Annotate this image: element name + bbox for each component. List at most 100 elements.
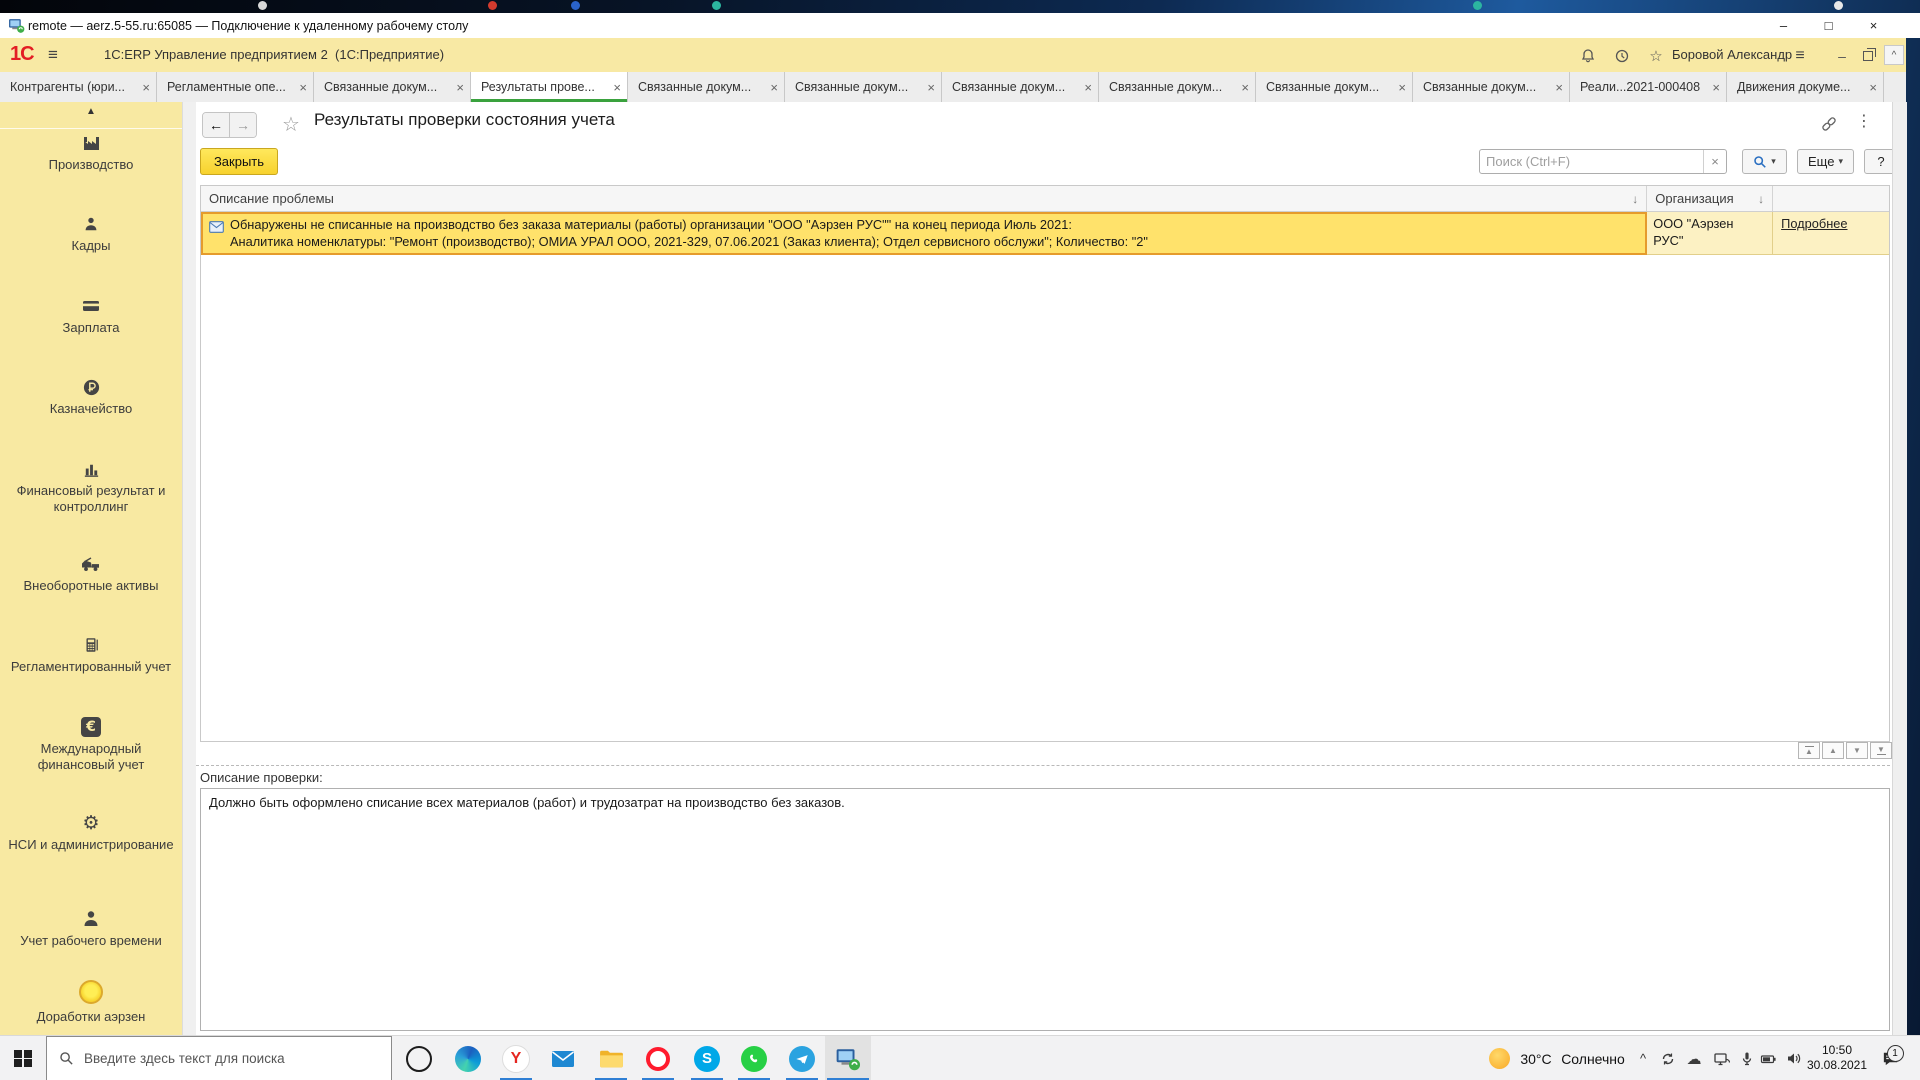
sidebar-item-mezhdunarodny-uchet[interactable]: € Международный финансовый учет <box>0 716 182 773</box>
taskbar-app-telegram[interactable] <box>779 1036 825 1080</box>
scroll-down-button[interactable]: ▼ <box>1846 742 1868 759</box>
tab-close-icon[interactable]: × <box>1084 80 1092 95</box>
favorites-star-icon[interactable]: ☆ <box>1646 46 1666 66</box>
start-button[interactable] <box>0 1036 46 1080</box>
organization-cell[interactable]: ООО "Аэрзен РУС" <box>1647 212 1773 255</box>
tab-close-icon[interactable]: × <box>1398 80 1406 95</box>
tab-svyazannye-dokumenty-5[interactable]: Связанные докум...× <box>1099 72 1256 102</box>
taskbar-app-skype[interactable]: S <box>684 1036 730 1080</box>
tab-close-icon[interactable]: × <box>299 80 307 95</box>
taskbar-app-mail[interactable] <box>540 1036 586 1080</box>
back-button[interactable]: ← <box>203 113 229 137</box>
column-header-details[interactable] <box>1773 186 1889 211</box>
sidebar-item-kadry[interactable]: Кадры <box>0 213 182 254</box>
taskbar-app-opera[interactable] <box>635 1036 681 1080</box>
battery-icon[interactable] <box>1756 1036 1782 1080</box>
scroll-up-button[interactable]: ▲ <box>1822 742 1844 759</box>
sections-sidebar: ▲ Производство Кадры Зарплата Казначейст… <box>0 102 182 1035</box>
tab-close-icon[interactable]: × <box>456 80 464 95</box>
tab-close-icon[interactable]: × <box>142 80 150 95</box>
sidebar-item-kaznacheystvo[interactable]: Казначейство <box>0 376 182 417</box>
taskbar-app-cortana[interactable] <box>396 1036 442 1080</box>
column-header-organization[interactable]: Организация ↓ <box>1647 186 1773 211</box>
taskbar-app-whatsapp[interactable] <box>731 1036 777 1080</box>
current-user[interactable]: Боровой Александр <box>1672 38 1792 72</box>
scroll-to-bottom-button[interactable]: ▼ <box>1870 742 1892 759</box>
sidebar-scrollbar[interactable] <box>182 102 197 1035</box>
scroll-to-top-button[interactable]: ▲ <box>1798 742 1820 759</box>
rdp-minimize-button[interactable]: – <box>1761 13 1806 38</box>
table-row[interactable]: Обнаружены не списанные на производство … <box>201 212 1889 255</box>
tab-rezultaty-proverki[interactable]: Результаты прове...× <box>471 72 628 102</box>
tab-close-icon[interactable]: × <box>1241 80 1249 95</box>
tab-close-icon[interactable]: × <box>770 80 778 95</box>
tab-realizatsiya[interactable]: Реали...2021-000408× <box>1570 72 1727 102</box>
close-form-button[interactable]: Закрыть <box>200 148 278 175</box>
main-menu-icon[interactable]: ≡ <box>48 38 58 72</box>
sidebar-item-vneoborotnye-aktivy[interactable]: Внеоборотные активы <box>0 553 182 594</box>
telegram-icon <box>789 1046 815 1072</box>
notification-center[interactable]: 1 <box>1872 1036 1908 1080</box>
favorite-star-icon[interactable]: ☆ <box>282 112 300 137</box>
tab-kontragenty[interactable]: Контрагенты (юри...× <box>0 72 157 102</box>
search-field: × <box>1479 149 1727 174</box>
search-clear-icon[interactable]: × <box>1703 150 1726 173</box>
notifications-bell-icon[interactable] <box>1578 46 1598 66</box>
details-link[interactable]: Подробнее <box>1781 216 1847 231</box>
tab-close-icon[interactable]: × <box>927 80 935 95</box>
tab-svyazannye-dokumenty-6[interactable]: Связанные докум...× <box>1256 72 1413 102</box>
tab-close-icon[interactable]: × <box>613 80 621 95</box>
problem-description-cell[interactable]: Обнаружены не списанные на производство … <box>201 212 1647 255</box>
taskbar-app-edge[interactable] <box>445 1036 491 1080</box>
sidebar-item-proizvodstvo[interactable]: Производство <box>0 132 182 173</box>
tab-svyazannye-dokumenty-3[interactable]: Связанные докум...× <box>785 72 942 102</box>
service-menu-icon[interactable]: ≡ <box>1790 46 1810 66</box>
taskbar-search-input[interactable] <box>82 1050 391 1067</box>
scroll-up-chip[interactable]: ^ <box>1884 45 1904 65</box>
history-icon[interactable] <box>1612 46 1632 66</box>
main-scrollbar[interactable] <box>1892 102 1907 1035</box>
sidebar-item-finansovyi-rezultat[interactable]: Финансовый результат и контроллинг <box>0 458 182 515</box>
taskbar-app-yandex[interactable]: Y <box>493 1036 539 1080</box>
weather-sun-icon[interactable] <box>1486 1036 1512 1080</box>
sidebar-item-dorabotki-aerzen[interactable]: Доработки аэрзен <box>0 978 182 1025</box>
tab-svyazannye-dokumenty-2[interactable]: Связанные докум...× <box>628 72 785 102</box>
forward-button[interactable]: → <box>229 113 256 137</box>
taskbar-clock[interactable]: 10:50 30.08.2021 <box>1806 1036 1868 1080</box>
tab-reglamentnye-operacii[interactable]: Регламентные опе...× <box>157 72 314 102</box>
sync-icon[interactable] <box>1656 1036 1680 1080</box>
sidebar-scroll-up-icon[interactable]: ▲ <box>0 106 182 117</box>
app-minimize-icon[interactable]: – <box>1832 46 1852 66</box>
tab-svyazannye-dokumenty-7[interactable]: Связанные докум...× <box>1413 72 1570 102</box>
sidebar-item-zarplata[interactable]: Зарплата <box>0 295 182 336</box>
tab-dvizheniya-dokumenta[interactable]: Движения докуме...× <box>1727 72 1884 102</box>
network-icon[interactable] <box>1708 1036 1734 1080</box>
search-icon <box>1753 155 1767 169</box>
microphone-icon[interactable] <box>1736 1036 1758 1080</box>
more-actions-kebab-icon[interactable]: ⋮ <box>1856 111 1872 130</box>
tab-svyazannye-dokumenty-4[interactable]: Связанные докум...× <box>942 72 1099 102</box>
sidebar-item-nsi-administrirovanie[interactable]: ⚙ НСИ и администрирование <box>0 812 182 853</box>
rdp-close-button[interactable]: × <box>1851 13 1896 38</box>
search-settings-button[interactable]: ▾ <box>1742 149 1787 174</box>
onedrive-cloud-icon[interactable]: ☁ <box>1682 1036 1706 1080</box>
sidebar-item-uchet-rabochego-vremeni[interactable]: Учет рабочего времени <box>0 908 182 949</box>
get-link-icon[interactable] <box>1820 115 1838 133</box>
rdp-maximize-button[interactable]: □ <box>1806 13 1851 38</box>
sidebar-item-reglamentirovanny-uchet[interactable]: Регламентированный учет <box>0 634 182 675</box>
tab-close-icon[interactable]: × <box>1712 80 1720 95</box>
taskbar-app-rdp[interactable] <box>825 1036 871 1080</box>
check-description-box[interactable]: Должно быть оформлено списание всех мате… <box>200 788 1890 1031</box>
speaker-icon[interactable] <box>1782 1036 1806 1080</box>
search-input[interactable] <box>1480 154 1703 169</box>
tab-svyazannye-dokumenty-1[interactable]: Связанные докум...× <box>314 72 471 102</box>
tray-expand-icon[interactable]: ^ <box>1632 1036 1654 1080</box>
tab-close-icon[interactable]: × <box>1555 80 1563 95</box>
app-restore-icon[interactable] <box>1858 46 1878 66</box>
weather-temperature[interactable]: 30°C <box>1514 1036 1558 1080</box>
column-header-description[interactable]: Описание проблемы ↓ <box>201 186 1647 211</box>
taskbar-app-explorer[interactable] <box>588 1036 634 1080</box>
tab-close-icon[interactable]: × <box>1869 80 1877 95</box>
more-menu-button[interactable]: Еще ▾ <box>1797 149 1854 174</box>
weather-condition[interactable]: Солнечно <box>1558 1036 1628 1080</box>
